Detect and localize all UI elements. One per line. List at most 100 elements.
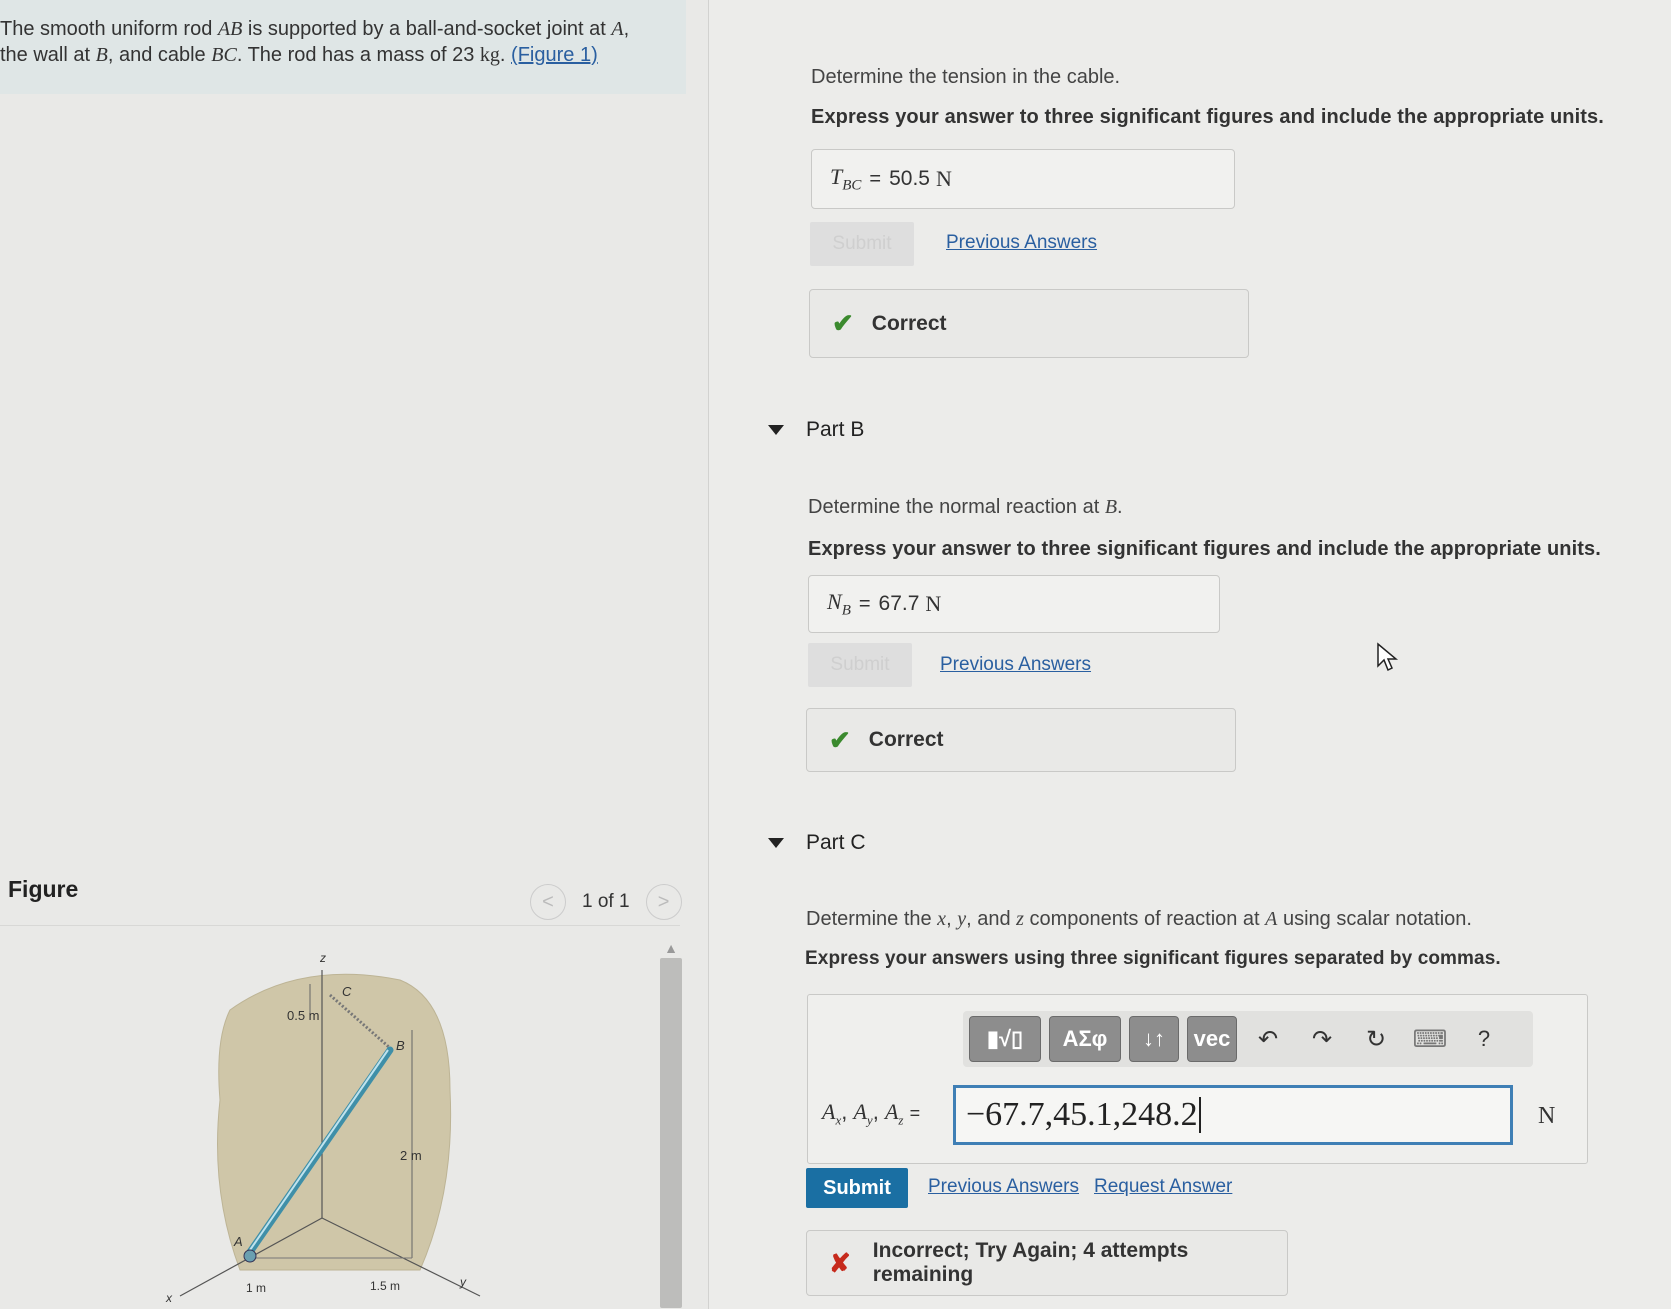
problem-text: , and cable — [107, 44, 212, 66]
next-figure-button[interactable]: > — [645, 884, 682, 920]
cable-variable: BC — [211, 44, 237, 66]
prev-figure-button[interactable]: < — [530, 884, 566, 920]
label-y: y — [459, 1275, 467, 1289]
prompt-text: using scalar notation. — [1277, 908, 1472, 930]
answer-input[interactable]: −67.7,45.1,248.2 — [953, 1085, 1513, 1145]
part-b-instruction: Express your answer to three significant… — [808, 538, 1601, 560]
answer-variable: TBC — [830, 164, 861, 194]
prompt-text: Determine the — [806, 908, 938, 930]
equals-sign: = — [909, 1103, 921, 1123]
mass-unit: kg — [479, 44, 500, 66]
part-b-previous-answers-link[interactable]: Previous Answers — [940, 654, 1091, 676]
variable-sub: B — [841, 602, 851, 619]
part-c-previous-answers-link[interactable]: Previous Answers — [928, 1176, 1079, 1198]
part-b-submit-button[interactable]: Submit — [808, 643, 912, 687]
label-05m: 0.5 m — [287, 1008, 320, 1023]
variable-main: N — [827, 588, 842, 614]
equals-sign: = — [858, 592, 871, 615]
label-1m: 1 m — [246, 1281, 266, 1295]
variable-main: A — [884, 1099, 899, 1124]
answer-unit: N — [925, 591, 942, 616]
problem-statement: The smooth uniform rod AB is supported b… — [0, 0, 686, 94]
scroll-thumb[interactable] — [660, 958, 682, 1308]
greek-symbols-button[interactable]: ΑΣφ — [1049, 1016, 1121, 1062]
vector-button[interactable]: vec — [1187, 1016, 1237, 1062]
part-c-submit-button[interactable]: Submit — [806, 1168, 908, 1208]
point-a-variable: A — [611, 18, 624, 40]
templates-button[interactable]: ▮√▯ — [969, 1016, 1041, 1062]
figure-image: z C B A x y 0.5 m 2 m 1 m 1.5 m — [165, 951, 481, 1305]
part-a-submit-button[interactable]: Submit — [810, 222, 914, 266]
help-icon[interactable]: ? — [1461, 1016, 1507, 1062]
wall-shading — [217, 973, 452, 1271]
feedback-text: Incorrect; Try Again; 4 attempts remaini… — [872, 1239, 1189, 1286]
figure-pager: < 1 of 1 > — [530, 884, 682, 920]
part-c-feedback: ✘ Incorrect; Try Again; 4 attempts remai… — [806, 1230, 1288, 1296]
prompt-variable: z — [1016, 908, 1024, 930]
part-c-prompt: Determine the x, y, and z components of … — [806, 908, 1472, 931]
part-a-feedback: ✔ Correct — [809, 289, 1249, 358]
x-icon: ✘ — [829, 1247, 851, 1278]
label-15m: 1.5 m — [370, 1279, 400, 1293]
part-c-header[interactable]: Part C — [768, 831, 866, 855]
part-b-answer: NB = 67.7 N — [808, 575, 1220, 633]
prompt-text: , — [946, 908, 958, 930]
variable-main: A — [853, 1099, 867, 1124]
part-b-header[interactable]: Part B — [768, 418, 864, 442]
prompt-variable: y — [957, 908, 967, 930]
answer-variable-label: Ax, Ay, Az = — [822, 1099, 921, 1128]
part-a-prompt: Determine the tension in the cable. — [811, 66, 1121, 88]
prompt-variable: A — [1265, 908, 1278, 930]
prompt-variable: B — [1104, 496, 1118, 518]
undo-icon[interactable]: ↶ — [1245, 1016, 1291, 1062]
label-a: A — [233, 1234, 243, 1249]
answer-value: 67.7 — [878, 592, 920, 615]
reset-icon[interactable]: ↻ — [1353, 1016, 1399, 1062]
figure-header: Figure — [8, 876, 79, 902]
figure-scrollbar[interactable]: ▲ — [658, 940, 684, 1309]
part-b-feedback: ✔ Correct — [806, 708, 1236, 772]
editor-toolbar: ▮√▯ ΑΣφ ↓↑ vec ↶ ↷ ↻ ⌨ ? — [963, 1011, 1533, 1067]
feedback-text: Correct — [868, 728, 944, 751]
part-title: Part B — [806, 418, 865, 441]
figure-page-count: 1 of 1 — [582, 891, 630, 912]
ball-socket — [243, 1249, 257, 1263]
problem-line-2: the wall at B, and cable BC. The rod has… — [0, 42, 686, 68]
part-c-instruction: Express your answers using three signifi… — [805, 948, 1501, 969]
part-c-request-answer-link[interactable]: Request Answer — [1094, 1176, 1232, 1198]
subscript-superscript-button[interactable]: ↓↑ — [1129, 1016, 1179, 1062]
prompt-variable: x — [937, 908, 947, 930]
check-icon: ✔ — [829, 724, 851, 755]
problem-text: . — [499, 44, 506, 66]
text-caret — [1198, 1097, 1201, 1133]
figure-link[interactable]: (Figure 1) — [511, 44, 598, 66]
chevron-right-icon: > — [657, 890, 670, 913]
redo-icon[interactable]: ↷ — [1299, 1016, 1345, 1062]
prompt-text: . — [1117, 496, 1123, 518]
answer-unit: N — [1538, 1103, 1556, 1129]
part-a-previous-answers-link[interactable]: Previous Answers — [946, 232, 1097, 254]
equals-sign: = — [869, 167, 882, 190]
part-title: Part C — [806, 831, 866, 854]
problem-text: , — [623, 18, 630, 40]
rod-variable: AB — [217, 18, 243, 40]
problem-line-1: The smooth uniform rod AB is supported b… — [0, 16, 686, 42]
answer-unit: N — [935, 166, 952, 191]
math-editor: ▮√▯ ΑΣφ ↓↑ vec ↶ ↷ ↻ ⌨ ? Ax, Ay, Az = −6… — [807, 994, 1588, 1164]
problem-text: . The rod has a mass of 23 — [236, 44, 480, 66]
part-a-answer: TBC = 50.5 N — [811, 149, 1235, 209]
label-z: z — [319, 951, 326, 965]
answer-input-value: −67.7,45.1,248.2 — [966, 1096, 1198, 1133]
problem-text: is supported by a ball-and-socket joint … — [242, 18, 612, 40]
variable-main: A — [822, 1099, 836, 1124]
scroll-up-icon[interactable]: ▲ — [658, 940, 684, 958]
variable-sub: z — [898, 1112, 904, 1128]
answer-variable: NB — [827, 589, 851, 619]
label-x: x — [165, 1291, 173, 1305]
part-a-instruction: Express your answer to three significant… — [811, 106, 1604, 128]
divider — [0, 925, 680, 926]
prompt-text: components of reaction at — [1023, 908, 1266, 930]
prompt-text: Determine the normal reaction at — [808, 496, 1105, 518]
keyboard-icon[interactable]: ⌨ — [1407, 1016, 1453, 1062]
label-2m: 2 m — [400, 1148, 422, 1163]
